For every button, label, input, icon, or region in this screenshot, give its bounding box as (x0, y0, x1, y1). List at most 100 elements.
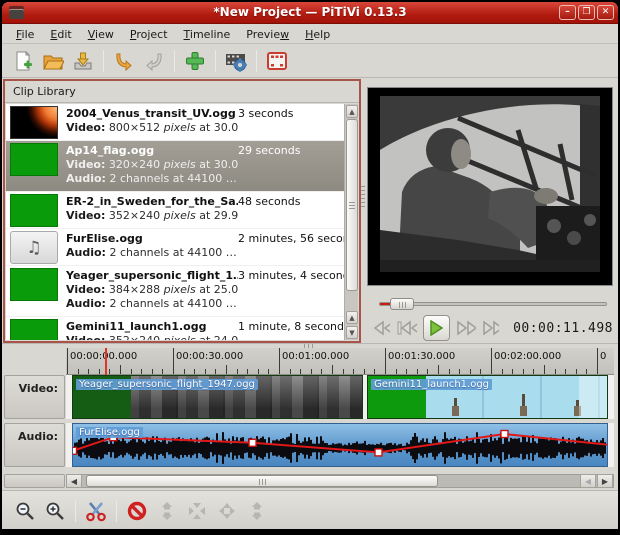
group-arrows-icon (186, 500, 208, 522)
ungroup-arrows-icon (216, 500, 238, 522)
toolbar-separator (215, 50, 216, 72)
video-track-header: Video: (4, 375, 65, 419)
ruler-minor-tick (205, 369, 206, 374)
scroll-right-icon[interactable]: ▶ (597, 474, 613, 488)
ungroup-button[interactable] (212, 497, 242, 525)
titlebar[interactable]: *New Project — PiTiVi 0.13.3 – ❐ ✕ (2, 2, 618, 24)
undo-button[interactable] (109, 47, 139, 75)
clip-info: Yeager_supersonic_flight_1…Video: 384×28… (66, 268, 238, 314)
video-clip-gemini[interactable]: Gemini11_launch1.ogg (367, 375, 608, 419)
volume-keyframe[interactable] (501, 431, 508, 438)
ruler-major-tick (385, 348, 386, 374)
scroll-up2-icon[interactable]: ▲ (346, 311, 358, 324)
import-clips-button[interactable] (180, 47, 210, 75)
seek-backward-icon[interactable] (373, 320, 390, 336)
volume-keyframe[interactable] (249, 439, 256, 446)
clip-detail: Video: 352×240 pixels at 24.0… (66, 334, 238, 340)
align-button[interactable] (242, 497, 272, 525)
toolbar-separator (75, 500, 76, 522)
video-preview (368, 88, 612, 285)
main-toolbar (2, 44, 618, 78)
seek-forward-icon[interactable] (482, 320, 499, 336)
volume-keyframe[interactable] (375, 449, 382, 456)
menu-view[interactable]: View (80, 26, 122, 43)
clip-label: FurElise.ogg (76, 427, 143, 438)
play-button[interactable] (423, 315, 450, 341)
ruler-minor-tick (364, 369, 365, 374)
menu-edit[interactable]: Edit (42, 26, 79, 43)
save-project-button[interactable] (68, 47, 98, 75)
seek-handle[interactable] (390, 298, 414, 310)
scrollbar-thumb[interactable] (346, 119, 358, 291)
next-frame-icon[interactable] (456, 320, 476, 336)
ruler-minor-tick (141, 369, 142, 374)
clip-row[interactable]: Ap14_flag.oggVideo: 320×240 pixels at 30… (6, 141, 344, 192)
previous-frame-icon[interactable] (396, 320, 416, 336)
open-project-button[interactable] (38, 47, 68, 75)
clip-row[interactable]: 2004_Venus_transit_UV.oggVideo: 800×512 … (6, 104, 344, 141)
clip-list-scrollbar[interactable]: ▲ ▲ ▼ (344, 104, 358, 340)
menu-file[interactable]: File (8, 26, 42, 43)
video-clip-yeager[interactable]: Yeager_supersonic_flight_1947.ogg (72, 375, 363, 419)
ruler-minor-tick (533, 369, 534, 374)
clip-row[interactable]: ER-2_in_Sweden_for_the_Sa…Video: 352×240… (6, 192, 344, 229)
new-project-button[interactable] (8, 47, 38, 75)
menu-preview[interactable]: Preview (238, 26, 297, 43)
split-clip-button[interactable] (81, 497, 111, 525)
ruler-minor-tick (417, 369, 418, 374)
zoom-in-button[interactable] (40, 497, 70, 525)
menu-project[interactable]: Project (122, 26, 176, 43)
green-thumbnail (10, 194, 58, 227)
ruler-minor-tick (78, 369, 79, 374)
preview-film-frame (368, 88, 612, 285)
minimize-button[interactable]: – (559, 5, 576, 20)
playhead[interactable] (105, 348, 107, 378)
scroll-up-icon[interactable]: ▲ (346, 105, 358, 118)
timeline-ruler[interactable]: 00:00:00.00000:00:30.00000:01:00.00000:0… (66, 348, 614, 375)
rocket-silhouette (454, 398, 457, 416)
link-button[interactable] (152, 497, 182, 525)
ruler-minor-tick (406, 369, 407, 374)
group-button[interactable] (182, 497, 212, 525)
timeline-toolbar (2, 490, 618, 529)
align-arrows-icon (246, 500, 268, 522)
clip-row[interactable]: Yeager_supersonic_flight_1…Video: 384×28… (6, 266, 344, 317)
ruler-minor-tick (544, 365, 545, 374)
ruler-minor-tick (438, 365, 439, 374)
toolbar-separator (103, 50, 104, 72)
close-button[interactable]: ✕ (597, 5, 614, 20)
scroll-left2-icon[interactable]: ◀ (580, 474, 596, 488)
clip-row[interactable]: Gemini11_launch1.oggVideo: 352×240 pixel… (6, 317, 344, 340)
scrollbar-corner (4, 474, 65, 488)
clip-name: Gemini11_launch1.ogg (66, 319, 238, 334)
unlink-button[interactable] (122, 497, 152, 525)
maximize-button[interactable]: ❐ (578, 5, 595, 20)
menu-timeline[interactable]: Timeline (176, 26, 239, 43)
redo-button[interactable] (139, 47, 169, 75)
scrollbar-thumb[interactable] (86, 475, 438, 487)
render-project-button[interactable] (262, 47, 292, 75)
clip-name: Yeager_supersonic_flight_1… (66, 268, 238, 283)
scroll-down-icon[interactable]: ▼ (346, 326, 358, 339)
audio-clip-furelise[interactable]: FurElise.ogg (72, 423, 608, 467)
volume-keyframe[interactable] (73, 447, 77, 454)
clip-name: FurElise.ogg (66, 231, 238, 246)
save-icon (72, 50, 94, 72)
waveform-volume-curve[interactable] (73, 424, 608, 467)
film-gear-icon (225, 50, 247, 72)
clip-row[interactable]: ♫FurElise.oggAudio: 2 channels at 44100 … (6, 229, 344, 266)
timeline-hscrollbar[interactable]: ◀ ◀ ▶ (2, 474, 618, 489)
ruler-minor-tick (268, 369, 269, 374)
pane-handle[interactable] (361, 186, 365, 210)
zoom-out-button[interactable] (10, 497, 40, 525)
clip-library-title: Clip Library (5, 81, 359, 103)
seek-slider[interactable] (379, 296, 607, 310)
menu-help[interactable]: Help (297, 26, 338, 43)
clip-info: ER-2_in_Sweden_for_the_Sa…Video: 352×240… (66, 194, 238, 226)
ruler-minor-tick (449, 369, 450, 374)
project-settings-button[interactable] (221, 47, 251, 75)
clip-list[interactable]: 2004_Venus_transit_UV.oggVideo: 800×512 … (6, 104, 344, 340)
scroll-left-icon[interactable]: ◀ (66, 474, 82, 488)
ruler-minor-tick (226, 365, 227, 374)
ruler-label: 00:00:30.000 (176, 351, 243, 362)
